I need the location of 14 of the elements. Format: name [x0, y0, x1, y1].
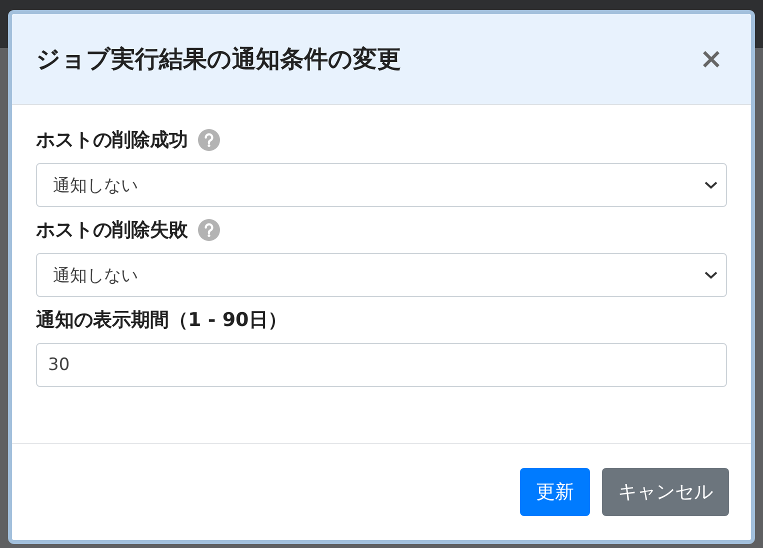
close-button[interactable]: × — [696, 45, 727, 73]
select-field[interactable]: 通知しない — [36, 163, 727, 207]
field-label: ホストの削除成功 — [36, 128, 188, 153]
dialog-title: ジョブ実行結果の通知条件の変更 — [36, 44, 401, 75]
field-label: 通知の表示期間（1 - 90日） — [36, 308, 287, 333]
select-field[interactable]: 通知しない — [36, 253, 727, 297]
cancel-button[interactable]: キャンセル — [602, 468, 729, 516]
chevron-down-icon — [704, 270, 718, 280]
input-field[interactable]: 30 — [36, 343, 727, 387]
update-button[interactable]: 更新 — [520, 468, 590, 516]
chevron-down-icon — [704, 180, 718, 190]
help-icon[interactable] — [198, 219, 220, 241]
help-icon[interactable] — [198, 129, 220, 151]
field-label: ホストの削除失敗 — [36, 218, 188, 243]
